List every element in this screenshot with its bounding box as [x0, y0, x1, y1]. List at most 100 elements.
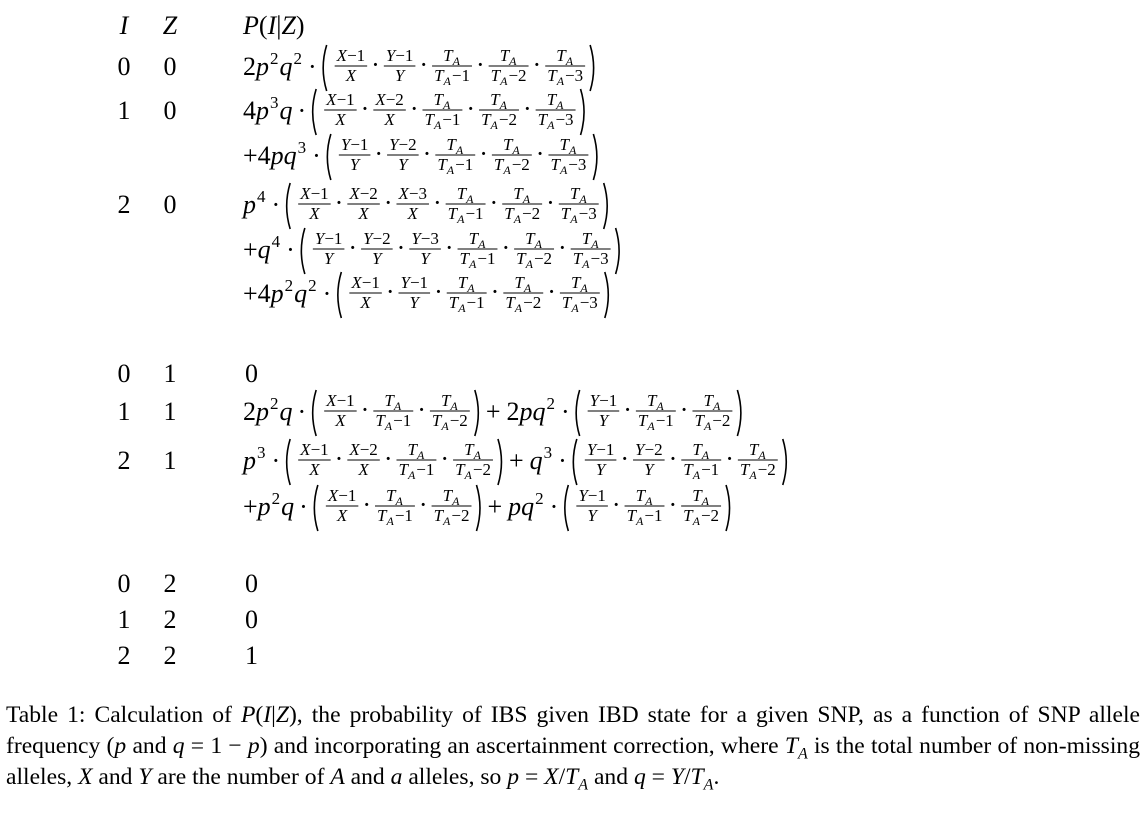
math-term: +	[243, 492, 258, 521]
caption-body: Calculation of P(I|Z), the probability o…	[6, 702, 1141, 794]
math-subscript: A	[546, 118, 555, 132]
math-symbol: −1	[656, 411, 674, 430]
math-symbol: −1	[442, 110, 460, 129]
dot-operator: ·	[417, 395, 426, 424]
math-symbol: −3	[555, 110, 573, 129]
math-symbol: −2	[386, 90, 404, 109]
math-term: p	[241, 190, 256, 219]
page: I Z P(I | Z) 0 0 2 p 2 q 2 · X −1 X · Y −1 Y · T A T A −1 · T A T A −2 ·…	[0, 0, 1147, 828]
math-term: p	[256, 492, 271, 521]
math-term: q	[284, 141, 297, 170]
dot-operator: ·	[298, 397, 307, 426]
math-subscript: A	[646, 419, 655, 433]
close-paren	[592, 133, 598, 181]
math-symbol: −2	[758, 460, 776, 479]
cell-i: 1	[118, 397, 131, 426]
math-term: q	[294, 279, 307, 308]
math-symbol: X	[383, 110, 395, 129]
cell-z: 2	[164, 569, 177, 598]
math-symbol: −2	[512, 155, 530, 174]
math-term: q	[280, 96, 293, 125]
math-exponent: 3	[298, 138, 307, 157]
math-subscript: A	[385, 514, 394, 528]
open-paren	[313, 484, 319, 532]
math-symbol: Y	[644, 460, 655, 479]
open-paren	[285, 438, 291, 486]
math-symbol: Y	[420, 249, 431, 268]
math-symbol: −2	[522, 204, 540, 223]
math-subscript: A	[692, 468, 701, 482]
math-symbol: −1	[465, 204, 483, 223]
open-paren	[572, 438, 578, 486]
cell-z: 1	[164, 359, 177, 388]
math-term: 2	[506, 397, 519, 426]
dot-operator: ·	[466, 94, 475, 123]
dot-operator: ·	[440, 444, 449, 473]
math-symbol: −1	[311, 440, 329, 459]
math-term: 2	[243, 397, 256, 426]
ibs-probability-table: I Z P(I | Z)0 0 2 p 2 q 2 · X −1X · Y −1Y · T AT A −1 · T AT A −2 ·…	[118, 11, 788, 670]
header-z: Z	[163, 11, 178, 40]
dot-operator: ·	[561, 397, 570, 426]
math-subscript: A	[635, 514, 644, 528]
header-i: I	[119, 11, 130, 40]
math-subscript: A	[443, 74, 452, 88]
dot-operator: ·	[536, 139, 545, 168]
math-subscript: A	[692, 514, 701, 528]
math-symbol: −1	[393, 411, 411, 430]
cell-z: 2	[164, 641, 177, 670]
math-symbol: −2	[360, 184, 378, 203]
dot-operator: ·	[361, 395, 370, 424]
math-symbol: X	[336, 46, 348, 65]
math-term: Z	[281, 11, 296, 40]
math-exponent: 2	[535, 489, 544, 508]
cell-expr: 0	[245, 605, 258, 634]
dot-operator: ·	[491, 277, 500, 306]
math-exponent: 2	[546, 394, 555, 413]
math-term: q	[530, 446, 543, 475]
dot-operator: ·	[550, 492, 559, 521]
math-symbol: −2	[712, 411, 730, 430]
close-paren	[725, 484, 731, 532]
dot-operator: ·	[386, 277, 395, 306]
math-exponent: 2	[272, 489, 281, 508]
cell-i: 0	[118, 569, 131, 598]
math-symbol: −3	[580, 293, 598, 312]
close-paren	[474, 389, 480, 437]
dot-operator: ·	[423, 139, 432, 168]
math-symbol: −2	[701, 506, 719, 525]
open-paren	[311, 88, 317, 136]
math-term: q	[280, 52, 293, 81]
math-symbol: −1	[324, 229, 342, 248]
close-paren	[782, 438, 788, 486]
math-symbol: X	[397, 184, 409, 203]
math-symbol: −3	[579, 204, 597, 223]
math-symbol: X	[325, 391, 337, 410]
open-paren	[285, 182, 291, 230]
cell-z: 1	[164, 397, 177, 426]
math-symbol: −3	[591, 249, 609, 268]
plus-operator: +	[509, 446, 524, 475]
math-symbol: −1	[588, 486, 606, 505]
dot-operator: ·	[362, 490, 371, 519]
dot-operator: ·	[547, 277, 556, 306]
math-subscript: A	[457, 301, 466, 315]
open-paren	[322, 44, 328, 92]
math-term: p	[269, 141, 284, 170]
math-subscript: A	[559, 163, 568, 177]
math-symbol: X	[357, 204, 369, 223]
dot-operator: ·	[323, 279, 332, 308]
dot-operator: ·	[374, 139, 383, 168]
math-symbol: Y	[410, 293, 421, 312]
math-term: p	[254, 96, 269, 125]
math-symbol: X	[345, 66, 357, 85]
math-term: q	[280, 397, 293, 426]
math-symbol: X	[350, 273, 362, 292]
math-term: p	[254, 52, 269, 81]
dot-operator: ·	[419, 50, 428, 79]
math-symbol: X	[334, 110, 346, 129]
math-subscript: A	[570, 301, 579, 315]
math-subscript: A	[464, 468, 473, 482]
math-symbol: Y	[395, 66, 406, 85]
math-symbol: −1	[410, 273, 428, 292]
